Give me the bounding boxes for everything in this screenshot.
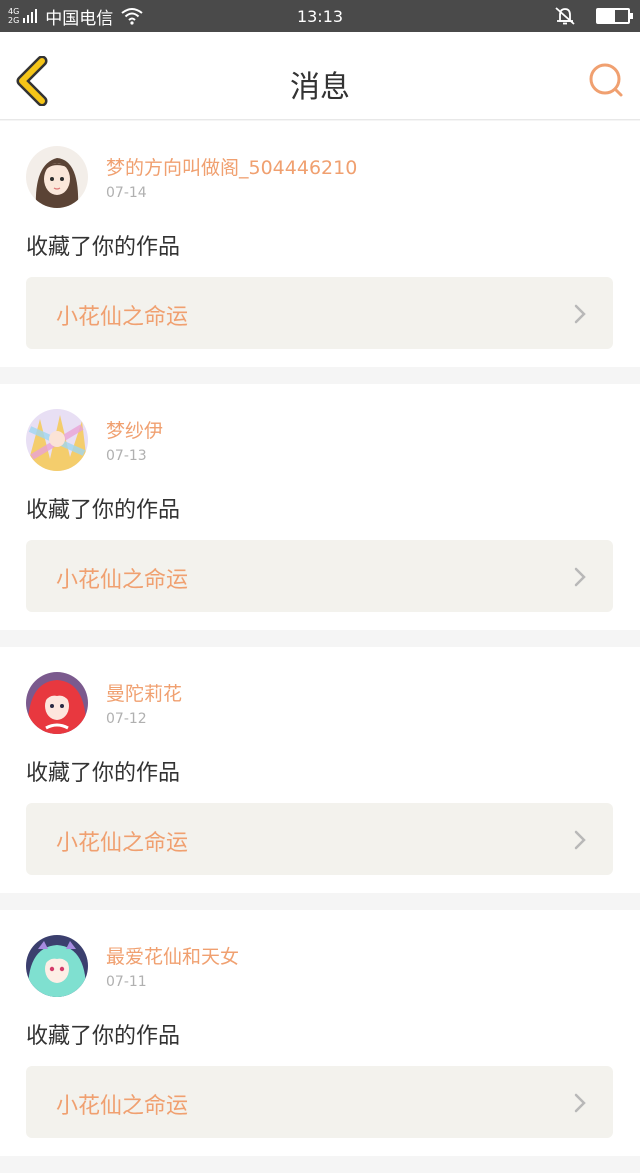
wifi-icon: [121, 8, 143, 25]
message-card: 曼陀莉花 07-12 收藏了你的作品 小花仙之命运: [0, 647, 640, 893]
back-arrow-icon[interactable]: [14, 56, 50, 106]
network-type-bottom: 2G: [8, 16, 20, 25]
action-text: 收藏了你的作品: [26, 1024, 181, 1049]
status-bar: 4G 2G 中国电信 13:13: [0, 0, 640, 32]
work-link[interactable]: 小花仙之命运: [26, 540, 613, 612]
chevron-right-icon: [574, 567, 586, 587]
action-text: 收藏了你的作品: [26, 761, 181, 786]
signal-icon: [23, 9, 38, 23]
chevron-right-icon: [574, 304, 586, 324]
work-title: 小花仙之命运: [56, 1094, 189, 1119]
message-date: 07-14: [106, 185, 147, 201]
network-type-top: 4G: [8, 7, 20, 16]
message-date: 07-11: [106, 974, 147, 990]
work-link[interactable]: 小花仙之命运: [26, 277, 613, 349]
username[interactable]: 梦纱伊: [106, 416, 163, 443]
avatar[interactable]: [26, 146, 88, 208]
chevron-right-icon: [574, 1093, 586, 1113]
battery-level: [598, 10, 615, 22]
action-text: 收藏了你的作品: [26, 235, 181, 260]
carrier-name: 中国电信: [45, 8, 114, 29]
action-text: 收藏了你的作品: [26, 498, 181, 523]
work-link[interactable]: 小花仙之命运: [26, 803, 613, 875]
mute-bell-icon: [555, 7, 575, 25]
battery-icon: [596, 8, 633, 24]
chevron-right-icon: [574, 830, 586, 850]
nav-bar: 消息: [0, 32, 640, 120]
page-title: 消息: [290, 70, 350, 105]
username[interactable]: 梦的方向叫做阁_504446210: [106, 153, 357, 180]
avatar[interactable]: [26, 935, 88, 997]
message-card: 最爱花仙和天女 07-11 收藏了你的作品 小花仙之命运: [0, 910, 640, 1156]
message-card: 梦纱伊 07-13 收藏了你的作品 小花仙之命运: [0, 384, 640, 630]
work-title: 小花仙之命运: [56, 568, 189, 593]
avatar[interactable]: [26, 409, 88, 471]
message-date: 07-12: [106, 711, 147, 727]
message-date: 07-13: [106, 448, 147, 464]
username[interactable]: 曼陀莉花: [106, 679, 182, 706]
search-icon[interactable]: [588, 62, 624, 98]
message-card: 梦的方向叫做阁_504446210 07-14 收藏了你的作品 小花仙之命运: [0, 121, 640, 367]
work-title: 小花仙之命运: [56, 831, 189, 856]
message-list: 梦的方向叫做阁_504446210 07-14 收藏了你的作品 小花仙之命运 梦…: [0, 121, 640, 1173]
work-title: 小花仙之命运: [56, 305, 189, 330]
work-link[interactable]: 小花仙之命运: [26, 1066, 613, 1138]
avatar[interactable]: [26, 672, 88, 734]
network-type: 4G 2G: [8, 7, 19, 25]
username[interactable]: 最爱花仙和天女: [106, 942, 239, 969]
